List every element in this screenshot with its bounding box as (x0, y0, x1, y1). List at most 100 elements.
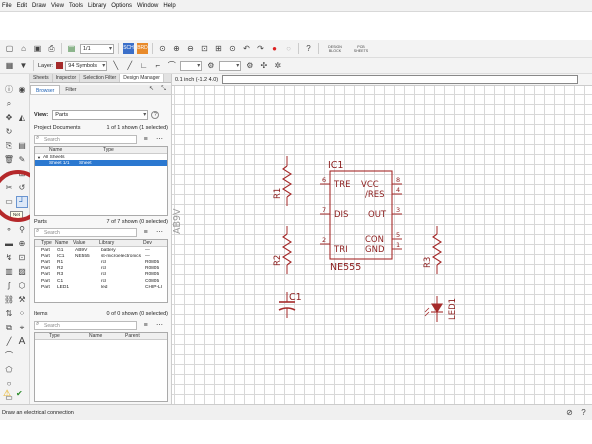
stop-icon[interactable]: ● (269, 43, 280, 54)
save-icon[interactable]: ▣ (32, 43, 43, 54)
pin-swap-icon[interactable]: ⇅ (3, 308, 15, 320)
erc-icon[interactable]: ↯ (3, 252, 15, 264)
line-style-icon[interactable]: ╲ (110, 60, 121, 71)
sheet-select[interactable]: 1/1 (80, 43, 114, 54)
status-help-icon[interactable]: ? (578, 407, 589, 418)
line-style5-icon[interactable]: ⌒ (166, 60, 177, 71)
invoke-icon[interactable]: ▥ (3, 266, 15, 278)
line-style4-icon[interactable]: ⌐ (152, 60, 163, 71)
zoom-out-icon[interactable]: ⊖ (185, 43, 196, 54)
gate-icon[interactable]: ▨ (16, 266, 28, 278)
command-input[interactable] (222, 75, 579, 84)
new-file-icon[interactable]: ▢ (4, 43, 15, 54)
project-docs-search[interactable]: Search (34, 135, 138, 144)
erc-check-icon[interactable]: ✔ (16, 389, 23, 398)
delete-icon[interactable]: 🗑 (3, 154, 15, 166)
label-icon[interactable]: ⚲ (16, 224, 28, 236)
more-icon[interactable]: ⋯ (154, 320, 165, 331)
undo-icon[interactable]: ↶ (241, 43, 252, 54)
open-folder-icon[interactable]: ⌂ (18, 43, 29, 54)
parts-row[interactable]: Part R2 rcl R0805 (35, 266, 167, 272)
redo-icon[interactable]: ↷ (255, 43, 266, 54)
pin-icon[interactable]: ▬ (3, 238, 15, 250)
view-help-icon[interactable]: ? (151, 111, 160, 119)
go-icon[interactable]: ○ (283, 43, 294, 54)
layer-select[interactable]: 94 Symbols (65, 60, 108, 71)
parts-row[interactable]: Part G1 AB9V battery — (35, 247, 167, 253)
pointer-icon[interactable]: ↖ (147, 85, 156, 93)
pcb-sheets-button[interactable]: PCB SHEETS (350, 43, 372, 54)
schematic-icon[interactable]: SCH (123, 43, 134, 54)
polygon-icon[interactable]: ⬠ (3, 364, 15, 376)
zoom-area-icon[interactable]: ⊞ (213, 43, 224, 54)
zoom-select-icon[interactable]: ⊡ (199, 43, 210, 54)
parts-row[interactable]: Part C1 rcl C0805 (35, 278, 167, 284)
ic-ne555[interactable]: IC1 NE555 6 7 2 8 4 3 5 1 TRE VCC /RES D… (320, 160, 402, 273)
net-class-icon[interactable]: ⚙ (205, 60, 216, 71)
tab-filter[interactable]: Filter (60, 85, 81, 94)
parts-row[interactable]: Part R3 rcl R0805 (35, 272, 167, 278)
schematic-canvas[interactable]: AB9V R1 R2 R3 IC1 NE555 6 7 2 8 4 3 5 1 … (172, 74, 592, 404)
resistor-r2[interactable]: R2 (273, 226, 293, 274)
modules-icon[interactable]: ⧉ (3, 322, 15, 334)
text-icon[interactable]: A (16, 336, 28, 348)
parts-row[interactable]: Part R1 rcl R0805 (35, 259, 167, 265)
warning-icon[interactable]: ⚠ (3, 388, 11, 399)
options-icon[interactable]: ⚙ (244, 60, 255, 71)
width-select[interactable] (180, 60, 203, 71)
tab-sheets[interactable]: Sheets (30, 74, 53, 82)
sort-icon[interactable]: ≡ (140, 320, 151, 331)
line-icon[interactable]: ╱ (3, 336, 15, 348)
junction-icon[interactable]: ✣ (258, 60, 269, 71)
arc-icon[interactable]: ⌒ (3, 350, 15, 362)
menu-file[interactable]: File (2, 3, 12, 9)
paste-icon[interactable]: ▤ (16, 140, 28, 152)
led-led1[interactable]: LED1 (424, 296, 458, 322)
menu-view[interactable]: View (51, 3, 64, 9)
frame-icon[interactable]: ⊡ (16, 252, 28, 264)
view-select[interactable]: Parts (52, 110, 149, 120)
grid-dots-icon[interactable]: ⁘ (16, 308, 28, 320)
show-icon[interactable]: ◉ (16, 84, 28, 96)
tab-browser[interactable]: Browser (30, 85, 61, 94)
sort-icon[interactable]: ≡ (140, 227, 151, 238)
sheet-icon[interactable]: ▤ (66, 43, 77, 54)
bus-entry-icon[interactable]: ⚒ (16, 294, 28, 306)
chain-icon[interactable]: ⛓ (3, 294, 15, 306)
rotate-icon[interactable]: ↻ (3, 126, 15, 138)
items-search[interactable]: Search (34, 321, 138, 330)
move-icon[interactable]: ✥ (3, 112, 15, 124)
print-icon[interactable]: ⎙ (46, 43, 57, 54)
resistor-r3[interactable]: R3 (423, 226, 443, 274)
capacitor-c1[interactable]: C1 (278, 292, 302, 318)
menu-window[interactable]: Window (137, 3, 158, 9)
more-icon[interactable]: ⋯ (154, 134, 165, 145)
select-icon[interactable]: ⤡ (159, 85, 168, 93)
info-icon[interactable]: ⓘ (3, 84, 15, 96)
more-icon[interactable]: ⋯ (154, 227, 165, 238)
design-block-button[interactable]: DESIGN BLOCK (323, 43, 347, 54)
menu-options[interactable]: Options (111, 3, 132, 9)
grid-icon[interactable]: ▦ (4, 60, 15, 71)
polygon-tool-icon[interactable]: ⬡ (16, 280, 28, 292)
menu-help[interactable]: Help (163, 3, 175, 9)
arc-tool-icon[interactable]: ʃ (3, 280, 15, 292)
menu-tools[interactable]: Tools (69, 3, 83, 9)
style-select[interactable] (219, 60, 242, 71)
menu-edit[interactable]: Edit (17, 3, 27, 9)
parts-row[interactable]: Part IC1 NE555 st-microelectronics — (35, 253, 167, 259)
tree-row-sheet-1[interactable]: Sheet 1/1 Sheet (35, 160, 167, 167)
wrench-icon[interactable]: ✎ (16, 154, 28, 166)
sort-icon[interactable]: ≡ (140, 134, 151, 145)
tab-design-manager[interactable]: Design Manager (120, 74, 164, 82)
zoom-in-icon[interactable]: ⊕ (171, 43, 182, 54)
cursor-icon[interactable]: ⌖ (16, 322, 28, 334)
settings-icon[interactable]: ✲ (272, 60, 283, 71)
copy-icon[interactable]: ⎘ (3, 140, 15, 152)
stop-command-icon[interactable]: ⊘ (564, 407, 575, 418)
help-icon[interactable]: ? (303, 43, 314, 54)
zoom-fit-icon[interactable]: ⊙ (157, 43, 168, 54)
board-icon[interactable]: BRD (137, 43, 148, 54)
parts-row[interactable]: Part LED1 led CHIP-LI (35, 284, 167, 290)
zoom-redraw-icon[interactable]: ⊙ (227, 43, 238, 54)
